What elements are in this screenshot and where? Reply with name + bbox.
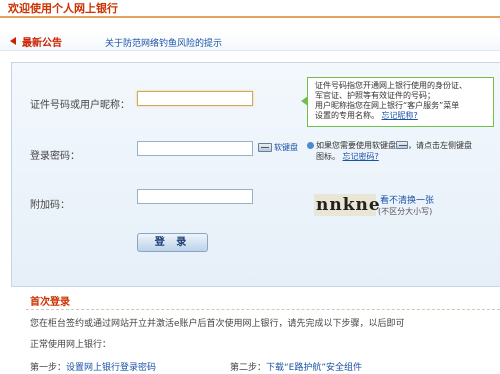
password-label: 登录密码：	[30, 151, 80, 162]
captcha-case-note: (不区分大小写)	[378, 207, 433, 216]
keyboard-icon	[258, 143, 272, 152]
pwd-tip-text: ，请点击左侧键盘	[408, 141, 472, 150]
first-login-title: 首次登录	[30, 297, 70, 308]
tip-arrow-icon	[301, 96, 308, 106]
download-security-link[interactable]: 下载“E路护航”安全组件	[266, 363, 362, 373]
step-two-label: 第二步：	[230, 363, 267, 373]
pwd-tip-text: 图标。	[316, 152, 340, 161]
id-label: 证件号码或用户昵称：	[30, 100, 130, 111]
info-icon	[307, 142, 314, 149]
forgot-nickname-link[interactable]: 忘记昵称?	[382, 111, 418, 120]
captcha-image: nnkne	[314, 194, 381, 216]
step-two: 第二步：下载“E路护航”安全组件	[230, 360, 362, 373]
id-tip-box: 证件号码指您开通网上银行使用的身份证、 军官证、护照等有效证件的号码； 用户昵称…	[301, 77, 494, 127]
section-divider	[26, 309, 500, 310]
password-input[interactable]	[137, 141, 253, 156]
soft-keyboard-button[interactable]: 软键盘	[258, 142, 300, 154]
title-divider	[0, 16, 500, 18]
id-tip-line: 用户昵称指您在网上银行“客户服务”菜单	[315, 101, 460, 110]
arrow-left-icon	[10, 37, 16, 45]
soft-keyboard-label: 软键盘	[274, 143, 298, 152]
pwd-tip-text: 如果您需要使用软键盘	[316, 141, 396, 150]
notice-label: 最新公告	[22, 38, 62, 49]
notice-bar: 最新公告 关于防范网络钓鱼风险的提示	[0, 31, 500, 51]
captcha-input[interactable]	[137, 189, 253, 204]
id-tip-line: 军官证、护照等有效证件的号码；	[315, 91, 435, 100]
step-one-label: 第一步：	[30, 363, 67, 373]
step-one: 第一步：设置网上银行登录密码	[30, 360, 156, 373]
keyboard-icon	[396, 141, 408, 149]
first-login-normal-text: 正常使用网上银行：	[30, 340, 112, 350]
id-input[interactable]	[137, 91, 253, 106]
captcha-refresh-link[interactable]: 看不清换一张	[380, 193, 434, 206]
captcha-label: 附加码：	[30, 200, 70, 211]
password-tip: 如果您需要使用软键盘 ，请点击左侧键盘 图标。 忘记密码?	[307, 140, 497, 162]
login-button[interactable]: 登 录	[137, 233, 208, 252]
page-title: 欢迎使用个人网上银行	[8, 2, 118, 15]
id-tip-line: 设置的专用名称。	[315, 111, 379, 120]
set-password-link[interactable]: 设置网上银行登录密码	[66, 363, 156, 373]
first-login-description: 您在柜台签约或通过网站开立并激活e账户后首次使用网上银行，请先完成以下步骤，以后…	[30, 319, 405, 329]
forgot-password-link[interactable]: 忘记密码?	[343, 152, 379, 161]
id-tip-line: 证件号码指您开通网上银行使用的身份证、	[315, 81, 467, 90]
notice-link[interactable]: 关于防范网络钓鱼风险的提示	[105, 36, 222, 49]
